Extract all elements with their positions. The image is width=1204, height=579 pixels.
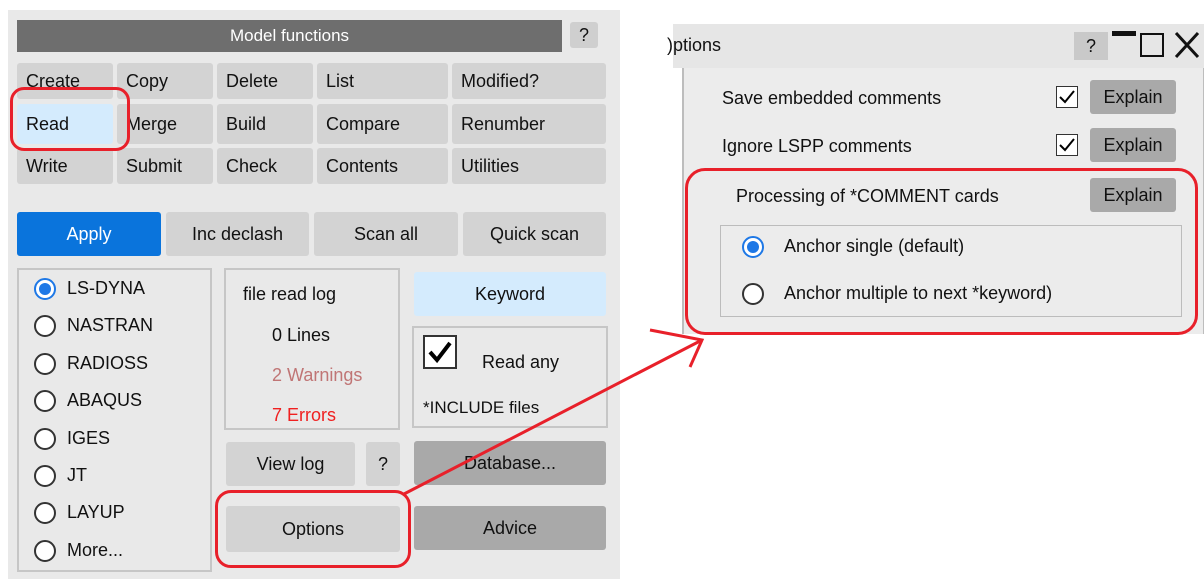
pointer-arrow xyxy=(403,328,705,496)
